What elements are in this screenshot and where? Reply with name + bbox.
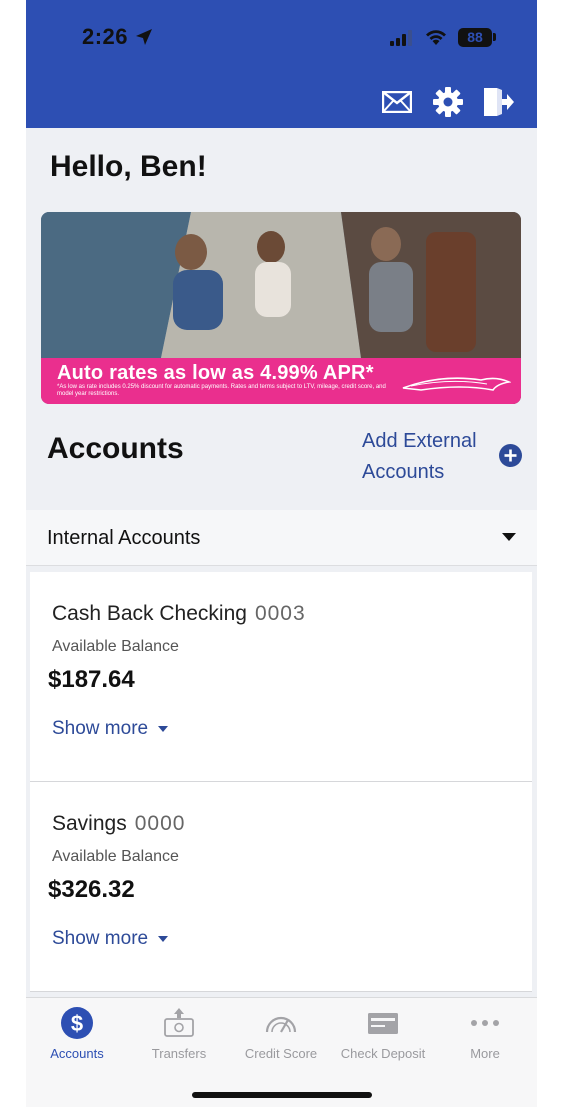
svg-text:$: $ xyxy=(71,1011,83,1036)
account-name: Savings 0000 xyxy=(52,812,185,836)
banner-fine-print: *As low as rate includes 0.25% discount … xyxy=(57,384,386,397)
tab-transfers[interactable]: Transfers xyxy=(128,1006,230,1068)
account-card-savings[interactable]: Savings 0000 Available Balance $326.32 Sh… xyxy=(30,782,532,992)
messages-button[interactable] xyxy=(381,86,413,118)
bottom-tab-bar: $ Accounts Transfers Credit Score Check … xyxy=(26,997,537,1107)
location-arrow-icon xyxy=(136,29,152,45)
chevron-down-icon xyxy=(502,533,516,541)
promo-banner[interactable]: Auto rates as low as 4.99% APR* *As low … xyxy=(41,212,521,404)
battery-indicator: 88 xyxy=(458,28,492,47)
more-icon xyxy=(471,1020,499,1026)
add-external-accounts-link[interactable]: Add External Accounts xyxy=(362,426,492,488)
balance-label: Available Balance xyxy=(52,848,179,865)
gear-icon xyxy=(433,87,463,117)
greeting: Hello, Ben! xyxy=(50,150,207,183)
account-name-text: Savings xyxy=(52,812,127,835)
account-balance: $187.64 xyxy=(48,666,135,693)
app-header: 2:26 88 xyxy=(26,0,537,128)
transfer-icon xyxy=(164,1008,194,1037)
account-name-text: Cash Back Checking xyxy=(52,602,247,625)
tab-label: More xyxy=(470,1046,500,1061)
tab-label: Accounts xyxy=(50,1046,104,1061)
tab-label: Check Deposit xyxy=(340,1046,426,1061)
tab-more[interactable]: More xyxy=(434,1006,536,1068)
show-more-label: Show more xyxy=(52,928,149,949)
signal-icon xyxy=(390,30,412,46)
tab-label: Transfers xyxy=(151,1046,207,1061)
app-screen: 2:26 88 Hello, Ben! Auto rates as low as… xyxy=(26,0,537,1107)
account-card-checking[interactable]: Cash Back Checking 0003 Available Balance… xyxy=(30,572,532,782)
banner-headline: Auto rates as low as 4.99% APR* xyxy=(57,362,374,384)
settings-button[interactable] xyxy=(432,86,464,118)
internal-accounts-toggle[interactable]: Internal Accounts xyxy=(26,510,537,566)
account-number: 0000 xyxy=(134,812,186,835)
show-more-button[interactable]: Show more xyxy=(52,718,169,740)
accounts-heading: Accounts xyxy=(47,432,184,465)
tab-credit-score[interactable]: Credit Score xyxy=(230,1006,332,1068)
internal-accounts-label: Internal Accounts xyxy=(47,527,201,549)
balance-label: Available Balance xyxy=(52,638,179,655)
add-circle-icon[interactable] xyxy=(499,444,522,467)
wifi-icon xyxy=(426,30,446,45)
chevron-down-icon xyxy=(158,936,169,942)
dollar-icon: $ xyxy=(61,1007,93,1039)
home-indicator[interactable] xyxy=(192,1092,372,1098)
account-name: Cash Back Checking 0003 xyxy=(52,602,306,626)
tab-accounts[interactable]: $ Accounts xyxy=(26,1006,128,1068)
banner-photo xyxy=(41,212,521,358)
battery-tip xyxy=(493,33,496,41)
account-balance: $326.32 xyxy=(48,876,135,903)
tab-check-deposit[interactable]: Check Deposit xyxy=(332,1006,434,1068)
envelope-icon xyxy=(382,91,412,113)
show-more-button[interactable]: Show more xyxy=(52,928,169,950)
check-icon xyxy=(368,1013,398,1034)
gauge-icon xyxy=(265,1016,297,1033)
logout-button[interactable] xyxy=(482,86,514,118)
chevron-down-icon xyxy=(158,726,169,732)
logout-icon xyxy=(484,88,514,116)
show-more-label: Show more xyxy=(52,718,149,739)
tab-label: Credit Score xyxy=(244,1046,318,1061)
status-time: 2:26 xyxy=(82,24,129,49)
bird-logo-icon xyxy=(402,377,511,391)
account-number: 0003 xyxy=(254,602,306,625)
